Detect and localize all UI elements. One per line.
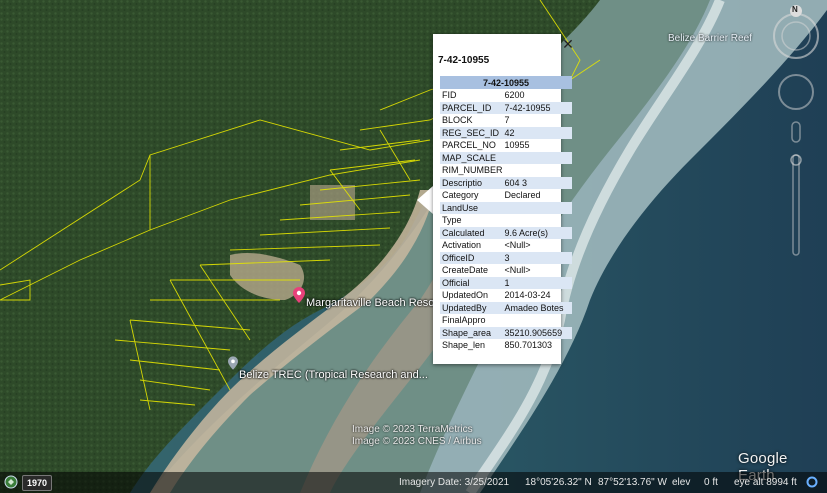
attribute-value: 10955 xyxy=(504,140,530,151)
place-label-barrier-reef[interactable]: Belize Barrier Reef xyxy=(668,33,752,44)
status-bar: Imagery Date: 3/25/2021 18°05'26.32" N 8… xyxy=(0,472,827,493)
attribute-value: 604 3 xyxy=(502,176,572,189)
attribute-key: FinalAppro xyxy=(442,315,486,326)
attribute-key: FID xyxy=(442,90,457,101)
attribute-row: CreateDate <Null> xyxy=(440,264,572,277)
historical-imagery-icon[interactable] xyxy=(4,475,18,489)
attribute-key: Category xyxy=(442,190,479,201)
compass-north-letter: N xyxy=(792,5,798,14)
eye-altitude: eye alt 8994 ft xyxy=(734,477,797,488)
attribute-key: Type xyxy=(442,215,462,226)
attribute-value: 2014-03-24 xyxy=(504,290,551,301)
attribute-key: PARCEL_NO xyxy=(442,140,496,151)
attribute-row: Official 1 xyxy=(440,276,572,289)
attribute-row: FID 6200 xyxy=(440,89,572,102)
elevation-label: elev xyxy=(672,477,691,488)
attribute-row: OfficeID 3 xyxy=(440,251,572,264)
close-icon[interactable]: ✕ xyxy=(559,35,577,53)
loading-indicator-icon xyxy=(806,476,818,488)
attribute-table: 7-42-10955 FID 6200 PARCEL_ID 7-42-10955 BLO… xyxy=(440,76,572,352)
table-header: 7-42-10955 xyxy=(440,76,572,89)
attribute-value xyxy=(503,314,572,327)
imagery-credits: Image © 2023 TerraMetrics Image © 2023 C… xyxy=(352,424,482,448)
attribute-row: PARCEL_NO 10955 xyxy=(440,139,572,152)
place-label-margaritaville[interactable]: Margaritaville Beach Resort xyxy=(306,297,441,309)
attribute-row: BLOCK 7 xyxy=(440,114,572,127)
popup-title: 7-42-10955 xyxy=(438,55,490,66)
attribute-row: UpdatedBy Amadeo Botes xyxy=(440,301,572,314)
attribute-value: 7-42-10955 xyxy=(502,101,572,114)
attribute-row: FinalAppro xyxy=(440,314,572,327)
attribute-key: UpdatedOn xyxy=(442,290,489,301)
attribute-key: CreateDate xyxy=(442,265,489,276)
latitude-readout: 18°05'26.32" N xyxy=(525,477,592,488)
attribute-key: Activation xyxy=(442,240,482,251)
attribute-row: Category Declared xyxy=(440,189,572,202)
attribute-row: MAP_SCALE xyxy=(440,151,572,164)
credit-line: Image © 2023 CNES / Airbus xyxy=(352,436,482,447)
attribute-row: LandUse xyxy=(440,201,572,214)
attribute-value xyxy=(502,201,572,214)
attribute-value: 3 xyxy=(502,251,572,264)
attribute-value: 42 xyxy=(502,126,572,139)
elevation-value: 0 ft xyxy=(704,477,718,488)
attribute-key: Calculated xyxy=(440,226,503,239)
attribute-value: 7 xyxy=(504,115,510,126)
place-label-belize-trec[interactable]: Belize TREC (Tropical Research and... xyxy=(239,369,428,381)
attribute-key: Descriptio xyxy=(440,176,503,189)
attribute-row: REG_SEC_ID 42 xyxy=(440,126,572,139)
attribute-value: 6200 xyxy=(504,90,525,101)
attribute-value xyxy=(503,164,572,177)
attribute-row: Shape_len 850.701303 xyxy=(440,339,572,352)
attribute-key: PARCEL_ID xyxy=(440,101,503,114)
attribute-value xyxy=(503,214,572,227)
attribute-value: Declared xyxy=(504,190,541,201)
parcel-info-popup: ✕ 7-42-10955 7-42-10955 FID 6200 PARCEL_ID… xyxy=(433,34,574,364)
attribute-key: OfficeID xyxy=(440,251,503,264)
map-pin-icon[interactable] xyxy=(293,287,305,303)
attribute-row: PARCEL_ID 7-42-10955 xyxy=(440,101,572,114)
attribute-value: 850.701303 xyxy=(504,340,553,351)
attribute-value: <Null> xyxy=(504,265,531,276)
attribute-key: MAP_SCALE xyxy=(440,151,503,164)
attribute-row: Shape_area 35210.905659 xyxy=(440,326,572,339)
attribute-key: Shape_area xyxy=(440,326,503,339)
attribute-row: Type xyxy=(440,214,572,227)
historical-year-button[interactable]: 1970 xyxy=(22,475,52,491)
attribute-key: BLOCK xyxy=(442,115,473,126)
popup-pointer xyxy=(417,186,433,214)
attribute-key: REG_SEC_ID xyxy=(440,126,503,139)
satellite-map[interactable] xyxy=(0,0,827,493)
attribute-row: Calculated 9.6 Acre(s) xyxy=(440,226,572,239)
attribute-value: 9.6 Acre(s) xyxy=(502,226,572,239)
attribute-value: 35210.905659 xyxy=(502,326,572,339)
attribute-value xyxy=(502,151,572,164)
attribute-row: RIM_NUMBER xyxy=(440,164,572,177)
attribute-key: LandUse xyxy=(440,201,503,214)
attribute-row: Activation <Null> xyxy=(440,239,572,252)
attribute-row: Descriptio 604 3 xyxy=(440,176,572,189)
attribute-key: Shape_len xyxy=(442,340,486,351)
attribute-value: Amadeo Botes xyxy=(502,301,572,314)
map-pin-icon[interactable] xyxy=(228,356,238,370)
attribute-key: RIM_NUMBER xyxy=(442,165,503,176)
attribute-value: 1 xyxy=(502,276,572,289)
imagery-date: Imagery Date: 3/25/2021 xyxy=(399,477,510,488)
attribute-key: UpdatedBy xyxy=(440,301,503,314)
credit-line: Image © 2023 TerraMetrics xyxy=(352,424,473,435)
attribute-row: UpdatedOn 2014-03-24 xyxy=(440,289,572,302)
longitude-readout: 87°52'13.76" W xyxy=(598,477,667,488)
attribute-value: <Null> xyxy=(504,240,531,251)
attribute-key: Official xyxy=(440,276,503,289)
